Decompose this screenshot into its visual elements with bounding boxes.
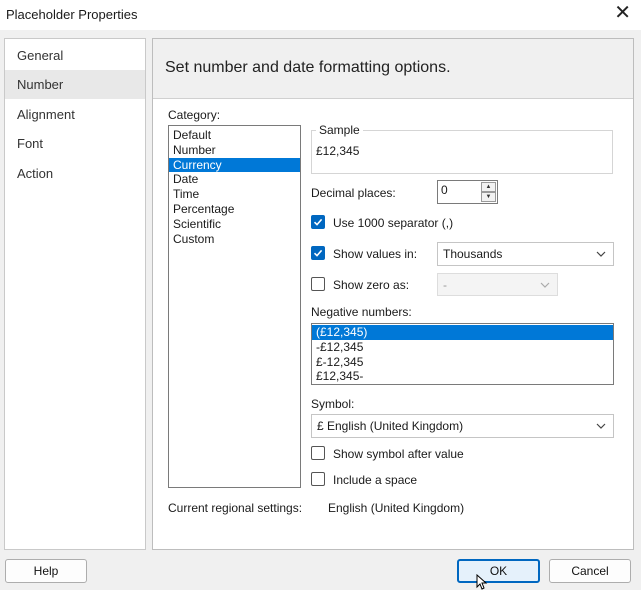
sidebar-item-action[interactable]: Action	[5, 159, 145, 188]
list-item[interactable]: Default	[169, 128, 300, 143]
chevron-down-icon	[596, 423, 606, 429]
show-symbol-after-checkbox[interactable]	[311, 446, 325, 460]
negative-numbers-label: Negative numbers:	[311, 305, 412, 319]
sidebar-nav: General Number Alignment Font Action	[4, 38, 146, 550]
cancel-button[interactable]: Cancel	[549, 559, 631, 583]
category-listbox[interactable]: Default Number Currency Date Time Percen…	[168, 125, 301, 488]
show-values-in-checkbox[interactable]	[311, 246, 325, 260]
title-bar: Placeholder Properties ✕	[0, 0, 641, 30]
increment-icon[interactable]: ▲	[481, 182, 496, 192]
sample-value: £12,345	[316, 144, 360, 158]
show-values-in-select[interactable]: Thousands	[437, 242, 614, 266]
show-zero-as-select[interactable]: -	[437, 273, 558, 296]
sidebar-item-alignment[interactable]: Alignment	[5, 100, 145, 129]
ok-button[interactable]: OK	[457, 559, 540, 583]
decimal-places-stepper[interactable]: 0 ▲ ▼	[437, 180, 498, 204]
show-values-in-label: Show values in:	[333, 247, 418, 261]
list-item[interactable]: -£12,345	[312, 340, 613, 355]
negative-numbers-listbox[interactable]: (£12,345) -£12,345 £-12,345 £12,345-	[311, 323, 614, 385]
sidebar-item-font[interactable]: Font	[5, 129, 145, 158]
panel-header-text: Set number and date formatting options.	[165, 59, 451, 76]
check-icon	[313, 218, 323, 226]
list-item[interactable]: Scientific	[169, 217, 300, 232]
decrement-icon[interactable]: ▼	[481, 192, 496, 202]
show-zero-as-value: -	[443, 278, 447, 292]
list-item[interactable]: Time	[169, 187, 300, 202]
use-separator-label: Use 1000 separator (,)	[333, 216, 454, 230]
mouse-pointer-icon	[476, 574, 488, 590]
list-item[interactable]: Number	[169, 143, 300, 158]
list-item[interactable]: £-12,345	[312, 355, 613, 370]
symbol-value: £ English (United Kingdom)	[317, 419, 464, 433]
show-zero-as-checkbox[interactable]	[311, 277, 325, 291]
sample-label: Sample	[316, 123, 363, 137]
sidebar-item-number[interactable]: Number	[5, 70, 145, 99]
use-separator-checkbox[interactable]	[311, 215, 325, 229]
show-symbol-after-label: Show symbol after value	[333, 447, 464, 461]
check-icon	[313, 249, 323, 257]
include-space-label: Include a space	[333, 473, 418, 487]
decimal-places-label: Decimal places:	[311, 186, 396, 200]
list-item[interactable]: (£12,345)	[312, 325, 613, 340]
include-space-checkbox[interactable]	[311, 472, 325, 486]
show-zero-as-label: Show zero as:	[333, 278, 410, 292]
list-item[interactable]: £12,345-	[312, 369, 613, 384]
number-panel: Set number and date formatting options. …	[152, 38, 634, 550]
window-title: Placeholder Properties	[6, 7, 138, 22]
symbol-label: Symbol:	[311, 397, 355, 411]
help-button[interactable]: Help	[5, 559, 87, 583]
chevron-down-icon	[540, 282, 550, 288]
decimal-places-value: 0	[441, 183, 448, 197]
regional-settings-value: English (United Kingdom)	[328, 501, 465, 515]
list-item[interactable]: Custom	[169, 232, 300, 247]
list-item[interactable]: Currency	[169, 157, 300, 173]
symbol-select[interactable]: £ English (United Kingdom)	[311, 414, 614, 438]
chevron-down-icon	[596, 251, 606, 257]
regional-settings-label: Current regional settings:	[168, 501, 303, 515]
close-icon[interactable]: ✕	[614, 2, 631, 24]
list-item[interactable]: Percentage	[169, 202, 300, 217]
panel-header: Set number and date formatting options.	[153, 39, 633, 99]
category-label: Category:	[168, 108, 221, 122]
sidebar-item-general[interactable]: General	[5, 41, 145, 70]
show-values-in-value: Thousands	[443, 247, 503, 261]
list-item[interactable]: Date	[169, 172, 300, 187]
